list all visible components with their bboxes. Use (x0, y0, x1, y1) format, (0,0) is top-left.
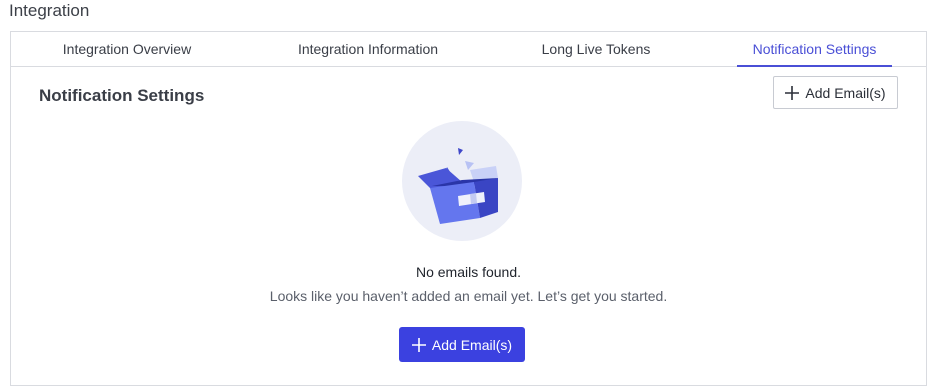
tab-bar: Integration Overview Integration Informa… (11, 32, 926, 67)
integration-card: Integration Overview Integration Informa… (10, 31, 927, 386)
empty-box-illustration (402, 121, 522, 241)
page-title: Integration (9, 1, 90, 20)
tab-integration-information[interactable]: Integration Information (243, 32, 493, 67)
add-email-button-primary[interactable]: Add Email(s) (399, 327, 525, 362)
empty-state-message: Looks like you haven’t added an email ye… (269, 288, 668, 304)
add-email-button-primary-label: Add Email(s) (431, 336, 513, 353)
empty-state-title: No emails found. (415, 264, 522, 280)
plus-icon (785, 85, 800, 100)
tab-long-live-tokens[interactable]: Long Live Tokens (493, 32, 699, 67)
tab-notification-settings[interactable]: Notification Settings (737, 32, 892, 67)
tab-integration-overview[interactable]: Integration Overview (11, 32, 243, 67)
plus-icon (411, 337, 426, 352)
section-title: Notification Settings (39, 86, 205, 105)
add-email-button-top-label: Add Email(s) (805, 84, 886, 101)
add-email-button-top[interactable]: Add Email(s) (773, 76, 898, 109)
